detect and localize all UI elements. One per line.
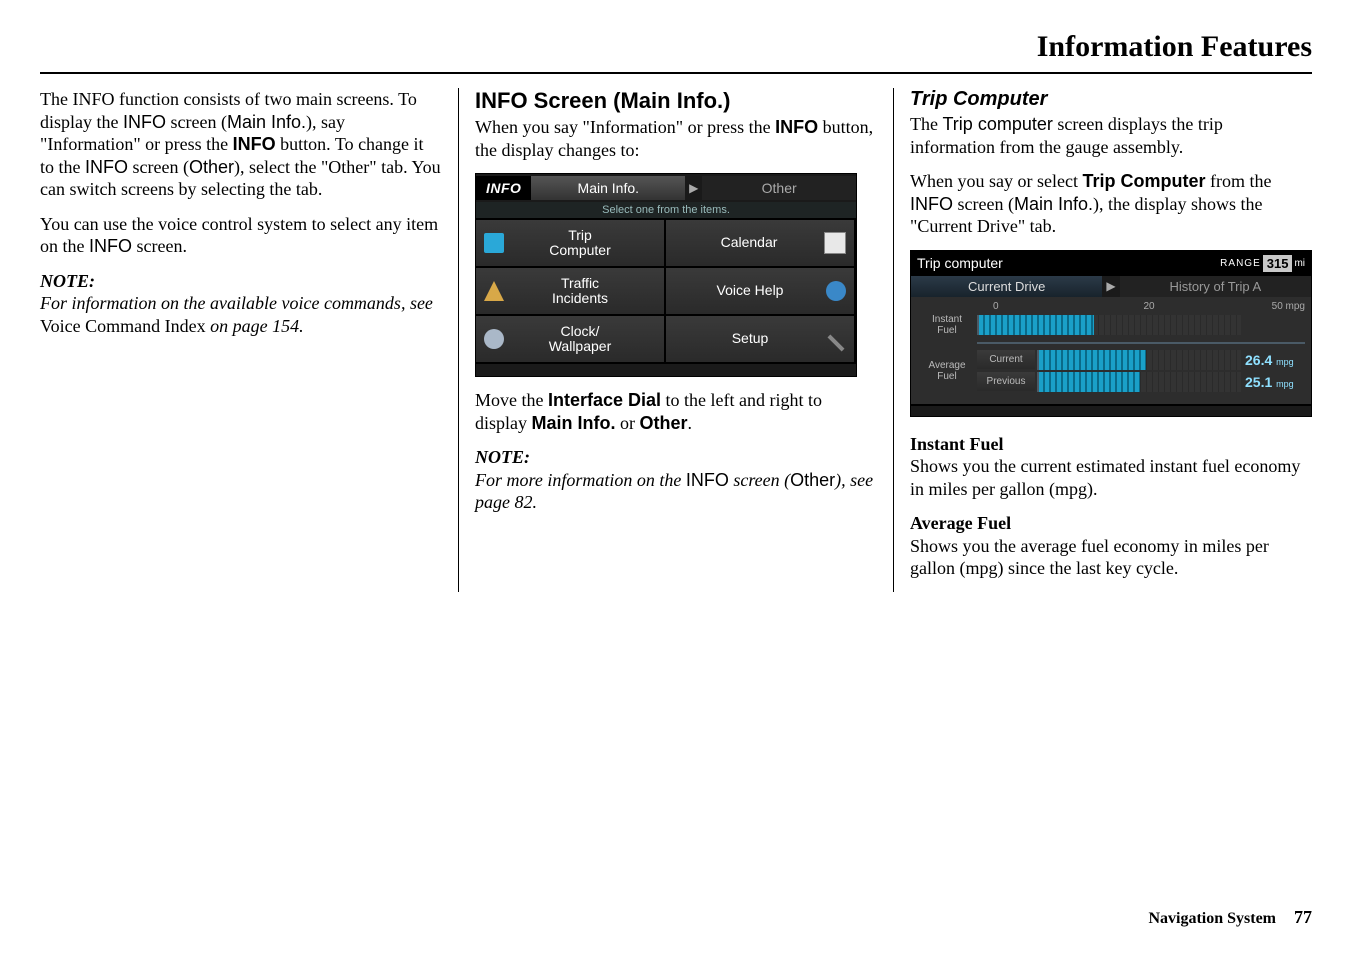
column-3: Trip Computer The Trip computer screen d… — [894, 88, 1312, 592]
previous-label: Previous — [977, 372, 1035, 391]
trip-paragraph-2: When you say or select Trip Computer fro… — [910, 170, 1312, 238]
avg-previous-row: Previous 25.1 mpg — [977, 372, 1305, 392]
trip-title: Trip computer — [917, 255, 1220, 271]
warning-icon — [484, 281, 504, 301]
calendar-icon — [824, 232, 846, 254]
note-body: For information on the available voice c… — [40, 292, 442, 337]
item-label: Voice Help — [674, 283, 826, 298]
info-screen-intro: When you say "Information" or press the … — [475, 116, 877, 161]
instant-fuel-row: Instant Fuel — [917, 314, 1305, 336]
trip-computer-figure: Trip computer RANGE 315 mi Current Drive… — [910, 250, 1312, 417]
chevron-right-icon: ▶ — [685, 181, 702, 195]
average-fuel-heading: Average Fuel — [910, 512, 1312, 535]
current-label: Current — [977, 350, 1035, 369]
mpg-axis: 0 20 50 mpg — [993, 301, 1305, 312]
tab-current-drive[interactable]: Current Drive — [911, 276, 1102, 297]
wrench-icon — [828, 335, 845, 352]
note-body: For more information on the INFO screen … — [475, 469, 877, 514]
note-label: NOTE: — [475, 446, 877, 469]
clock-wallpaper-item[interactable]: Clock/ Wallpaper — [476, 314, 666, 362]
item-label: Clock/ Wallpaper — [504, 324, 656, 355]
intro-paragraph-1: The INFO function consists of two main s… — [40, 88, 442, 201]
traffic-incidents-item[interactable]: Traffic Incidents — [476, 266, 666, 314]
avg-previous-bar — [1037, 372, 1241, 392]
chevron-right-icon: ▶ — [1102, 279, 1119, 293]
item-label: Setup — [674, 331, 826, 346]
instant-fuel-label: Instant Fuel — [917, 314, 977, 336]
tab-other[interactable]: Other — [702, 176, 856, 200]
column-1: The INFO function consists of two main s… — [40, 88, 458, 592]
trip-paragraph-1: The Trip computer screen displays the tr… — [910, 113, 1312, 158]
info-subtitle: Select one from the items. — [476, 202, 856, 218]
setup-item[interactable]: Setup — [666, 314, 856, 362]
interface-dial-paragraph: Move the Interface Dial to the left and … — [475, 389, 877, 434]
avg-current-row: Current 26.4 mpg — [977, 350, 1305, 370]
calendar-item[interactable]: Calendar — [666, 218, 856, 266]
trip-computer-item[interactable]: Trip Computer — [476, 218, 666, 266]
info-screen-figure: INFO Main Info. ▶ Other Select one from … — [475, 173, 857, 377]
avg-current-bar — [1037, 350, 1241, 370]
instant-fuel-text: Shows you the current estimated instant … — [910, 455, 1312, 500]
instant-fuel-bar — [977, 315, 1241, 335]
item-label: Calendar — [674, 235, 824, 250]
voice-help-item[interactable]: Voice Help — [666, 266, 856, 314]
tab-main-info[interactable]: Main Info. — [531, 176, 685, 200]
avg-previous-value: 25.1 mpg — [1241, 374, 1305, 390]
tab-history-trip-a[interactable]: History of Trip A — [1120, 276, 1311, 297]
range-value: 315 — [1263, 255, 1293, 272]
trip-computer-heading: Trip Computer — [910, 88, 1312, 111]
average-fuel-text: Shows you the average fuel economy in mi… — [910, 535, 1312, 580]
item-label: Traffic Incidents — [504, 276, 656, 307]
intro-paragraph-2: You can use the voice control system to … — [40, 213, 442, 258]
range-label: RANGE — [1220, 258, 1261, 269]
item-label: Trip Computer — [504, 228, 656, 259]
info-screen-heading: INFO Screen (Main Info.) — [475, 88, 877, 114]
column-2: INFO Screen (Main Info.) When you say "I… — [458, 88, 894, 592]
average-fuel-label: Average Fuel — [917, 360, 977, 382]
page-title: Information Features — [40, 30, 1312, 74]
range-unit: mi — [1294, 258, 1305, 269]
info-label: INFO — [476, 176, 531, 200]
clock-icon — [484, 329, 504, 349]
note-label: NOTE: — [40, 270, 442, 293]
fuel-icon — [484, 233, 504, 253]
page-footer: Navigation System 77 — [1148, 907, 1312, 928]
instant-fuel-heading: Instant Fuel — [910, 433, 1312, 456]
help-icon — [826, 281, 846, 301]
avg-current-value: 26.4 mpg — [1241, 352, 1305, 368]
divider — [977, 342, 1305, 344]
